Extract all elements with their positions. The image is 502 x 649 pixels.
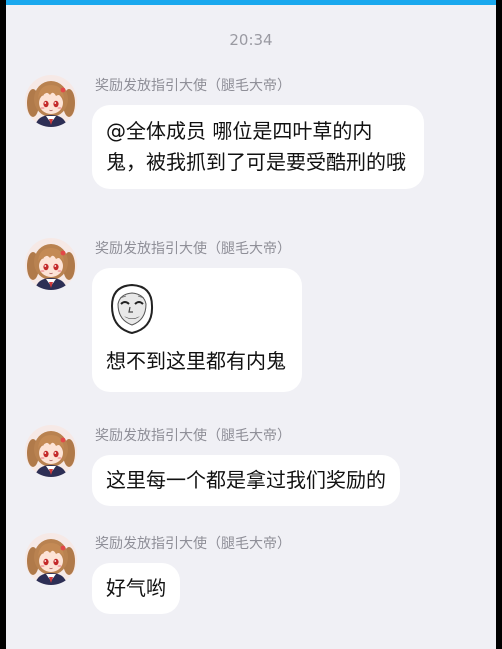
anime-girl-avatar-icon[interactable] [25,425,77,477]
message-text: @全体成员 哪位是四叶草的内鬼，被我抓到了可是要受酷刑的哦 [106,119,406,174]
sender-name[interactable]: 奖励发放指引大使（腿毛大帝） [95,425,291,445]
anime-girl-avatar-icon[interactable] [25,238,77,290]
sender-name[interactable]: 奖励发放指引大使（腿毛大帝） [95,238,291,258]
message-text: 好气哟 [106,576,166,600]
message-text: 想不到这里都有内鬼 [106,349,286,373]
panda-man-meme-icon[interactable] [106,280,158,340]
sender-name[interactable]: 奖励发放指引大使（腿毛大帝） [95,75,291,95]
message-bubble[interactable]: 想不到这里都有内鬼 [92,268,302,392]
message-bubble[interactable]: @全体成员 哪位是四叶草的内鬼，被我抓到了可是要受酷刑的哦 [92,105,424,189]
anime-girl-avatar-icon[interactable] [25,533,77,585]
message-bubble[interactable]: 这里每一个都是拿过我们奖励的 [92,455,400,506]
anime-girl-avatar-icon[interactable] [25,75,77,127]
message-bubble[interactable]: 好气哟 [92,563,180,614]
sender-name[interactable]: 奖励发放指引大使（腿毛大帝） [95,533,291,553]
chat-window: 20:34 奖励发放指引大使（腿毛大帝） @全体成员 哪位是四叶草的内鬼，被我抓… [6,0,496,649]
message-timestamp: 20:34 [229,31,273,49]
message-text: 这里每一个都是拿过我们奖励的 [106,468,386,492]
top-accent-bar [6,0,496,5]
